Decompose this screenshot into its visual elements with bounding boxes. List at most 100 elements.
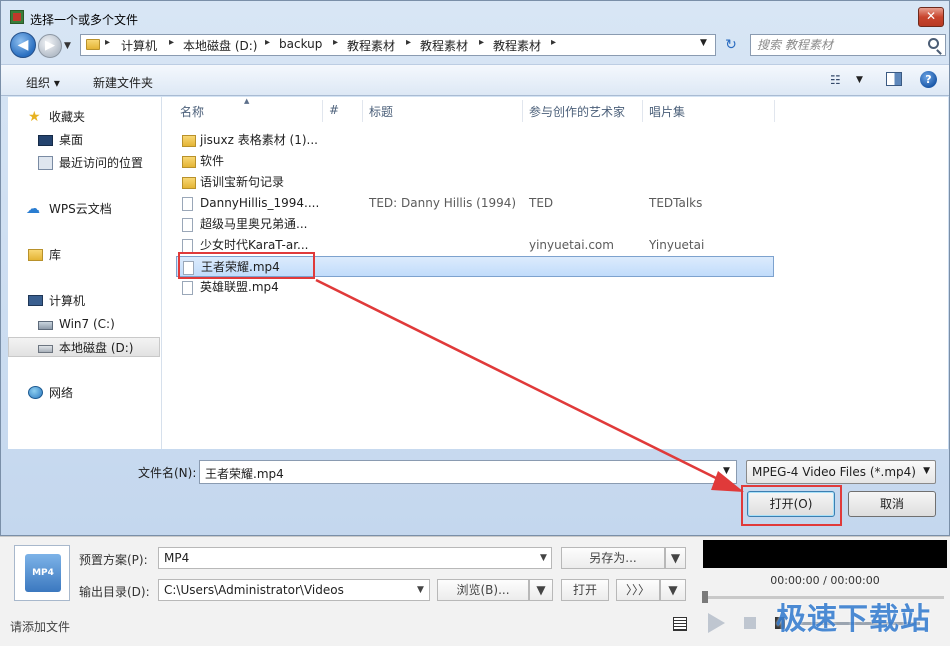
breadcrumb-separator[interactable]: ▸ [479, 37, 484, 48]
breadcrumb-item[interactable]: 计算机 [121, 37, 157, 54]
play-icon[interactable] [708, 613, 725, 633]
sidebar-item-drive-d[interactable]: 本地磁盘 (D:) [8, 337, 160, 357]
breadcrumb-item[interactable]: 本地磁盘 (D:) [183, 37, 257, 54]
breadcrumb-separator[interactable]: ▸ [406, 37, 411, 48]
file-type-filter-value: MPEG-4 Video Files (*.mp4) [752, 465, 916, 479]
seek-handle[interactable] [702, 591, 708, 603]
view-dropdown-icon[interactable]: ▼ [856, 75, 863, 85]
filename-input[interactable]: 王者荣耀.mp4 [199, 460, 737, 484]
folder-icon [182, 135, 196, 147]
file-album: Yinyuetai [649, 238, 705, 252]
filename-dropdown-icon[interactable]: ▼ [723, 466, 730, 476]
column-header-number[interactable]: # [329, 103, 339, 117]
save-as-button[interactable]: 另存为... [561, 547, 665, 569]
stop-icon[interactable] [744, 617, 756, 629]
file-row[interactable]: DannyHillis_1994.... TED: Danny Hillis (… [176, 193, 774, 214]
title-bar: 选择一个或多个文件 ✕ [0, 0, 950, 34]
more-button[interactable]: 〉〉〉 [616, 579, 660, 601]
search-input[interactable] [757, 38, 917, 52]
breadcrumb-separator[interactable]: ▸ [333, 37, 338, 48]
forward-arrow-icon[interactable]: ▶ [38, 34, 62, 58]
computer-icon [28, 295, 43, 306]
cloud-icon: ☁ [26, 201, 40, 217]
file-row-folder[interactable]: 语训宝新句记录 [176, 172, 774, 193]
sidebar-item-label: 最近访问的位置 [59, 156, 144, 170]
status-text: 请添加文件 [10, 620, 71, 634]
file-icon [182, 239, 193, 253]
sidebar-item-desktop[interactable]: 桌面 [8, 130, 160, 150]
more-dropdown-icon[interactable]: ▼ [660, 579, 686, 601]
file-icon [182, 197, 193, 211]
file-title: TED: Danny Hillis (1994) [369, 196, 517, 210]
browse-dropdown-icon[interactable]: ▼ [529, 579, 553, 601]
browse-button[interactable]: 浏览(B)... [437, 579, 529, 601]
column-header-title[interactable]: 标题 [369, 103, 393, 120]
column-header-album[interactable]: 唱片集 [649, 103, 685, 120]
file-type-filter[interactable]: MPEG-4 Video Files (*.mp4) ▼ [746, 460, 936, 484]
file-artist: yinyuetai.com [529, 238, 614, 252]
folder-icon [86, 39, 100, 50]
organize-button[interactable]: 组织 ▾ [26, 74, 60, 91]
history-dropdown-icon[interactable]: ▼ [64, 38, 76, 54]
address-bar[interactable]: ▸ 计算机 ▸ 本地磁盘 (D:) ▸ backup ▸ 教程素材 ▸ 教程素材… [80, 34, 716, 56]
breadcrumb-item[interactable]: 教程素材 [420, 37, 468, 54]
new-folder-button[interactable]: 新建文件夹 [93, 74, 153, 91]
sidebar-item-libraries[interactable]: 库 [8, 245, 160, 265]
close-button[interactable]: ✕ [918, 7, 944, 27]
column-header-artist[interactable]: 参与创作的艺术家 [529, 103, 625, 120]
breadcrumb-item[interactable]: backup [279, 37, 322, 51]
file-artist: TED [529, 196, 554, 210]
sidebar-item-favorites[interactable]: ★ 收藏夹 [8, 107, 160, 127]
search-icon[interactable] [928, 38, 939, 49]
output-format-thumbnail[interactable]: MP4 [14, 545, 70, 601]
breadcrumb-item[interactable]: 教程素材 [493, 37, 541, 54]
app-icon [10, 10, 24, 24]
file-row[interactable]: 英雄联盟.mp4 [176, 277, 774, 298]
sidebar-item-label: 桌面 [59, 133, 84, 147]
cancel-button[interactable]: 取消 [848, 491, 936, 517]
chevron-down-icon[interactable]: ▼ [540, 553, 547, 563]
chevron-down-icon[interactable]: ▼ [417, 585, 424, 595]
sidebar-item-drive-c[interactable]: Win7 (C:) [8, 314, 160, 334]
file-row-folder[interactable]: jisuxz 表格素材 (1)... [176, 130, 774, 151]
navigation-pane: ★ 收藏夹 桌面 最近访问的位置 ☁ WPS云文档 库 计算机 Win7 (C:… [8, 97, 162, 449]
sidebar-item-recent[interactable]: 最近访问的位置 [8, 153, 160, 173]
column-divider[interactable] [642, 100, 643, 122]
help-icon[interactable]: ? [920, 71, 937, 88]
star-icon: ★ [28, 109, 41, 125]
file-name: 英雄联盟.mp4 [200, 280, 279, 294]
column-divider[interactable] [362, 100, 363, 122]
preset-select[interactable]: MP4 [158, 547, 552, 569]
column-divider[interactable] [522, 100, 523, 122]
column-divider[interactable] [774, 100, 775, 122]
video-format-icon: MP4 [25, 554, 61, 592]
watermark-text: 极速下载站 [776, 602, 931, 637]
back-arrow-icon[interactable]: ◀ [10, 32, 36, 58]
task-list-icon[interactable] [673, 617, 687, 631]
view-options-icon[interactable]: ☷ [830, 73, 841, 87]
desktop-icon [38, 135, 53, 146]
sidebar-item-wps-cloud[interactable]: ☁ WPS云文档 [8, 199, 160, 219]
network-icon [28, 386, 43, 399]
address-dropdown-icon[interactable]: ▼ [700, 38, 707, 48]
column-divider[interactable] [322, 100, 323, 122]
filename-label: 文件名(N): [138, 466, 197, 480]
output-dir-field[interactable]: C:\Users\Administrator\Videos [158, 579, 430, 601]
preview-pane-icon[interactable] [886, 72, 902, 86]
video-preview-screen [703, 540, 947, 568]
breadcrumb-separator[interactable]: ▸ [169, 37, 174, 48]
breadcrumb-item[interactable]: 教程素材 [347, 37, 395, 54]
file-row[interactable]: 超级马里奥兄弟通... [176, 214, 774, 235]
refresh-icon[interactable]: ↻ [720, 34, 742, 56]
save-as-dropdown-icon[interactable]: ▼ [665, 547, 686, 569]
sidebar-item-computer[interactable]: 计算机 [8, 291, 160, 311]
file-row-folder[interactable]: 软件 [176, 151, 774, 172]
breadcrumb-separator[interactable]: ▸ [265, 37, 270, 48]
sidebar-item-network[interactable]: 网络 [8, 383, 160, 403]
search-box[interactable] [750, 34, 946, 56]
breadcrumb-separator[interactable]: ▸ [551, 37, 556, 48]
breadcrumb-separator[interactable]: ▸ [105, 37, 110, 48]
open-folder-button[interactable]: 打开 [561, 579, 609, 601]
sidebar-item-label: 网络 [49, 386, 74, 400]
column-header-name[interactable]: 名称 [180, 103, 204, 120]
